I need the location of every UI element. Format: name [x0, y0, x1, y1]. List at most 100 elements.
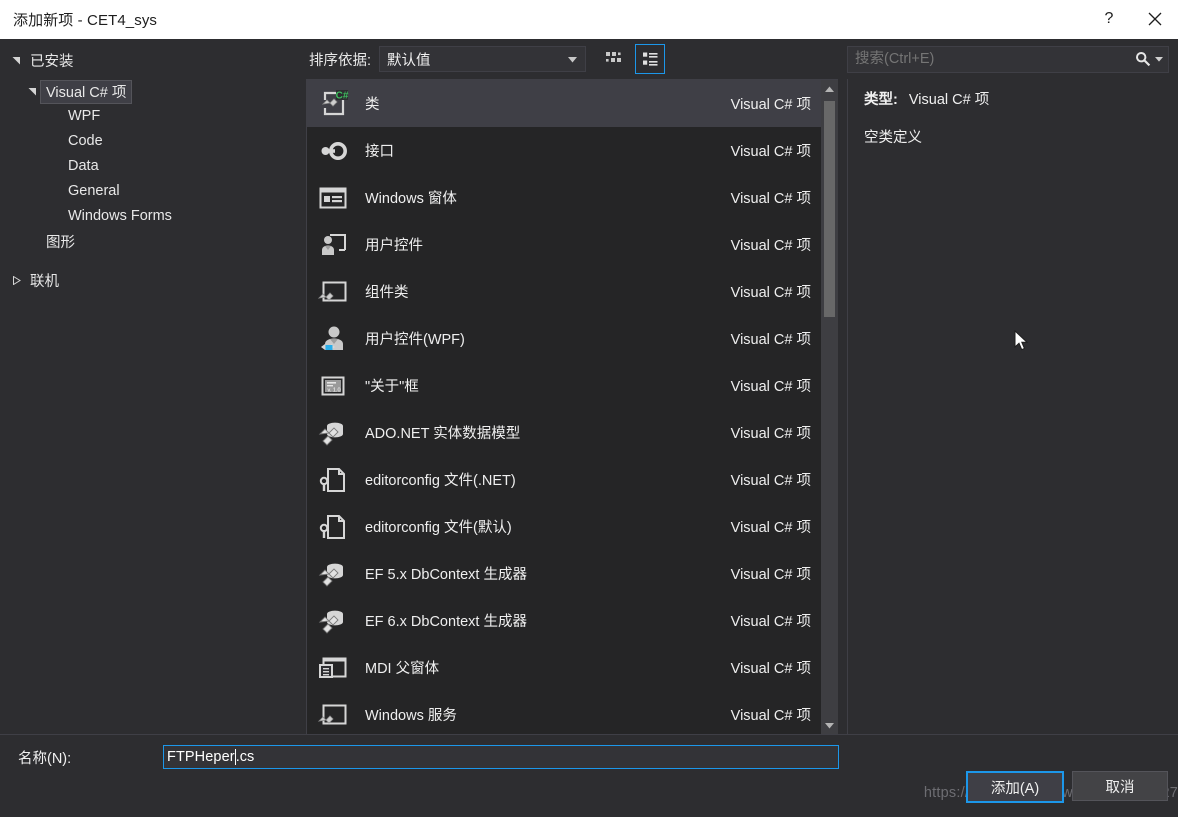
details-pane: 类型: Visual C# 项 空类定义	[838, 39, 1178, 734]
list-item-kind: Visual C# 项	[730, 473, 811, 489]
list-item[interactable]: 接口 Visual C# 项	[307, 127, 821, 174]
tree-item-label: Code	[68, 133, 103, 149]
question-mark-icon: ?	[1104, 10, 1114, 27]
tree-item-graphics[interactable]: 图形	[0, 229, 300, 254]
details-list-icon	[643, 52, 658, 66]
chevron-expanded-icon[interactable]	[8, 56, 24, 65]
list-item[interactable]: Windows 服务 Visual C# 项	[307, 691, 821, 734]
scroll-down-button[interactable]	[821, 717, 838, 734]
list-item-name: 用户控件	[365, 238, 423, 254]
add-button[interactable]: 添加(A)	[966, 771, 1064, 803]
list-item[interactable]: 组件类 Visual C# 项	[307, 268, 821, 315]
search-icon[interactable]	[1132, 51, 1153, 67]
dialog-body: 已安装 Visual C# 项 WPF Code Data General Wi…	[0, 39, 1178, 734]
tree-item-data[interactable]: Data	[0, 154, 300, 179]
name-input-text-before-caret: FTPHeper	[167, 749, 235, 765]
tree-item-label: 联机	[30, 273, 59, 290]
list-item[interactable]: EF 6.x DbContext 生成器 Visual C# 项	[307, 597, 821, 644]
windows-form-icon	[316, 181, 350, 215]
scroll-up-button[interactable]	[821, 80, 838, 97]
list-view-button[interactable]	[635, 44, 666, 74]
list-item-name: editorconfig 文件(.NET)	[365, 473, 516, 489]
list-item[interactable]: v. 1.0 "关于"框 Visual C# 项	[307, 362, 821, 409]
categories-tree: 已安装 Visual C# 项 WPF Code Data General Wi…	[0, 39, 300, 734]
user-control-icon	[316, 228, 350, 262]
sort-by-label: 排序依据:	[309, 52, 372, 69]
list-item[interactable]: EF 5.x DbContext 生成器 Visual C# 项	[307, 550, 821, 597]
list-vertical-scrollbar[interactable]	[821, 80, 838, 734]
chevron-down-icon	[825, 722, 834, 728]
list-item[interactable]: editorconfig 文件(默认) Visual C# 项	[307, 503, 821, 550]
list-item[interactable]: Windows 窗体 Visual C# 项	[307, 174, 821, 221]
name-row: 名称(N): FTPHeper .cs	[0, 735, 1178, 769]
list-item[interactable]: editorconfig 文件(.NET) Visual C# 项	[307, 456, 821, 503]
list-item-kind: Visual C# 项	[730, 97, 811, 113]
list-item[interactable]: MDI 父窗体 Visual C# 项	[307, 644, 821, 691]
search-box[interactable]	[847, 45, 1169, 73]
add-button-label: 添加(A)	[990, 780, 1040, 797]
windows-service-icon	[316, 698, 350, 732]
list-item-kind: Visual C# 项	[730, 379, 811, 395]
templates-list[interactable]: C# 类 Visual C# 项 接口 Visual C# 项 Windows …	[307, 80, 821, 734]
editorconfig-icon	[316, 510, 350, 544]
user-control-wpf-icon	[316, 322, 350, 356]
list-item-kind: Visual C# 项	[730, 614, 811, 630]
name-input[interactable]: FTPHeper .cs	[163, 745, 839, 769]
chevron-up-icon	[825, 86, 834, 92]
mdi-parent-form-icon	[316, 651, 350, 685]
svg-text:C#: C#	[336, 90, 349, 101]
tree-item-visual-csharp[interactable]: Visual C# 项	[0, 79, 300, 104]
list-item-name: 接口	[365, 144, 394, 160]
scroll-thumb[interactable]	[824, 101, 835, 317]
chevron-expanded-icon[interactable]	[24, 87, 40, 96]
entity-data-model-icon	[316, 604, 350, 638]
list-item[interactable]: 用户控件(WPF) Visual C# 项	[307, 315, 821, 362]
window-title: 添加新项 - CET4_sys	[13, 11, 158, 29]
cancel-button[interactable]: 取消	[1072, 771, 1168, 801]
list-item[interactable]: C# 类 Visual C# 项	[307, 80, 821, 127]
detail-description: 空类定义	[864, 130, 922, 146]
tree-item-windows-forms[interactable]: Windows Forms	[0, 204, 300, 229]
detail-type-row: 类型: Visual C# 项	[864, 88, 1169, 109]
search-row	[847, 39, 1169, 79]
search-input[interactable]	[848, 50, 1133, 68]
dialog-footer: 名称(N): FTPHeper.cs https://blog.csdn.net…	[0, 734, 1178, 817]
list-item-kind: Visual C# 项	[730, 661, 811, 677]
name-label: 名称(N):	[18, 750, 72, 767]
list-item-name: MDI 父窗体	[365, 661, 440, 677]
entity-data-model-icon	[316, 557, 350, 591]
search-dropdown-icon[interactable]	[1153, 56, 1168, 62]
title-bar: 添加新项 - CET4_sys ?	[0, 0, 1178, 39]
tree-item-general[interactable]: General	[0, 179, 300, 204]
tree-item-label: Data	[68, 158, 99, 174]
help-button[interactable]: ?	[1086, 0, 1132, 38]
dialog-buttons: 添加(A) 取消	[966, 771, 1168, 803]
component-class-icon	[316, 275, 350, 309]
detail-type-key: 类型:	[864, 92, 898, 108]
chevron-collapsed-icon[interactable]	[8, 276, 24, 285]
list-item-name: 用户控件(WPF)	[365, 332, 465, 348]
list-item-kind: Visual C# 项	[730, 238, 811, 254]
sort-by-dropdown[interactable]: 默认值	[379, 46, 587, 72]
tree-item-code[interactable]: Code	[0, 129, 300, 154]
list-item-name: 组件类	[365, 285, 409, 301]
tree-item-label: Visual C# 项	[40, 79, 133, 104]
list-item[interactable]: ADO.NET 实体数据模型 Visual C# 项	[307, 409, 821, 456]
list-item-kind: Visual C# 项	[730, 191, 811, 207]
tiles-view-button[interactable]	[599, 44, 629, 74]
list-item-kind: Visual C# 项	[730, 144, 811, 160]
list-item[interactable]: 用户控件 Visual C# 项	[307, 221, 821, 268]
list-item-name: Windows 服务	[365, 708, 457, 724]
tree-item-installed[interactable]: 已安装	[0, 48, 300, 73]
list-item-kind: Visual C# 项	[730, 708, 811, 724]
close-button[interactable]	[1132, 0, 1178, 38]
class-icon: C#	[316, 87, 350, 121]
add-new-item-dialog: 添加新项 - CET4_sys ? 已安装 Visual C# 项 WPF Co…	[0, 0, 1178, 817]
tree-item-wpf[interactable]: WPF	[0, 104, 300, 129]
tree-item-online[interactable]: 联机	[0, 268, 300, 293]
tree-item-label: Windows Forms	[68, 208, 172, 224]
scroll-track[interactable]	[821, 97, 838, 717]
view-mode-buttons	[599, 44, 666, 74]
list-item-name: 类	[365, 97, 380, 113]
name-input-text-after-caret: .cs	[235, 749, 255, 765]
